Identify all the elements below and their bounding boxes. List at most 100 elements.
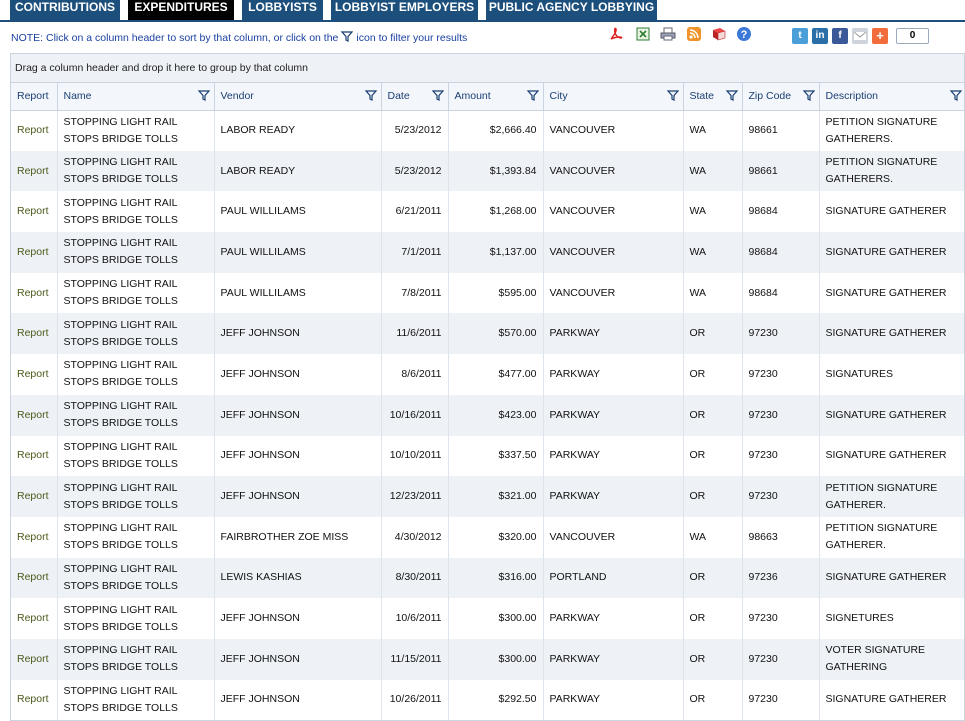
report-link[interactable]: Report <box>11 435 58 477</box>
report-link[interactable]: Report <box>11 272 58 314</box>
linkedin-icon[interactable]: in <box>812 28 828 44</box>
column-header-label: Zip Code <box>748 90 792 103</box>
name-cell: STOPPING LIGHT RAIL STOPS BRIDGE TOLLS <box>57 191 215 233</box>
help-icon[interactable]: ? <box>736 26 752 42</box>
table-row[interactable]: Report STOPPING LIGHT RAIL STOPS BRIDGE T… <box>11 557 964 599</box>
date-cell: 12/23/2011 <box>381 476 449 517</box>
facebook-icon[interactable]: f <box>832 28 848 44</box>
table-body: Report STOPPING LIGHT RAIL STOPS BRIDGE T… <box>11 110 964 720</box>
state-cell: OR <box>683 394 743 436</box>
filter-icon[interactable] <box>666 90 679 102</box>
zip-code-cell: 98661 <box>742 110 820 151</box>
state-cell: OR <box>683 354 743 395</box>
tab-public-agency-lobbying[interactable]: PUBLIC AGENCY LOBBYING <box>486 0 657 20</box>
column-header-zip-code[interactable]: Zip Code <box>742 83 820 111</box>
description-cell: SIGNATURE GATHERER <box>819 272 964 314</box>
name-cell: STOPPING LIGHT RAIL STOPS BRIDGE TOLLS <box>57 638 215 680</box>
filter-icon[interactable] <box>949 90 962 102</box>
filter-icon[interactable] <box>526 90 539 102</box>
city-cell: VANCOUVER <box>543 150 684 192</box>
filter-icon <box>341 31 354 45</box>
excel-icon[interactable] <box>635 26 651 42</box>
amount-cell: $1,268.00 <box>448 191 544 233</box>
column-header-vendor[interactable]: Vendor <box>214 83 382 111</box>
column-header-amount[interactable]: Amount <box>448 83 544 111</box>
city-cell: VANCOUVER <box>543 272 684 314</box>
state-cell: WA <box>683 272 743 314</box>
tab-lobbyist-employers[interactable]: LOBBYIST EMPLOYERS <box>331 0 478 20</box>
column-header-report[interactable]: Report <box>11 83 58 111</box>
tab-expenditures[interactable]: EXPENDITURES <box>128 0 234 20</box>
table-row[interactable]: Report STOPPING LIGHT RAIL STOPS BRIDGE T… <box>11 191 964 233</box>
report-link[interactable]: Report <box>11 313 58 355</box>
filter-icon[interactable] <box>725 90 738 102</box>
column-header-description[interactable]: Description <box>819 83 964 111</box>
report-link[interactable]: Report <box>11 150 58 192</box>
amount-cell: $316.00 <box>448 557 544 599</box>
pdf-icon[interactable] <box>608 26 624 42</box>
date-cell: 8/6/2011 <box>381 354 449 395</box>
report-link[interactable]: Report <box>11 191 58 233</box>
tab-contributions[interactable]: CONTRIBUTIONS <box>10 0 120 20</box>
table-row[interactable]: Report STOPPING LIGHT RAIL STOPS BRIDGE T… <box>11 679 964 720</box>
amount-cell: $300.00 <box>448 638 544 680</box>
table-row[interactable]: Report STOPPING LIGHT RAIL STOPS BRIDGE T… <box>11 476 964 517</box>
table-row[interactable]: Report STOPPING LIGHT RAIL STOPS BRIDGE T… <box>11 394 964 436</box>
email-icon[interactable] <box>852 28 868 44</box>
column-header-name[interactable]: Name <box>57 83 215 111</box>
report-link[interactable]: Report <box>11 516 58 558</box>
table-row[interactable]: Report STOPPING LIGHT RAIL STOPS BRIDGE T… <box>11 272 964 314</box>
filter-icon[interactable] <box>197 90 210 102</box>
report-link[interactable]: Report <box>11 679 58 720</box>
date-cell: 11/6/2011 <box>381 313 449 355</box>
table-row[interactable]: Report STOPPING LIGHT RAIL STOPS BRIDGE T… <box>11 313 964 355</box>
tab-lobbyists[interactable]: LOBBYISTS <box>242 0 323 20</box>
filter-icon[interactable] <box>802 90 815 102</box>
report-link[interactable]: Report <box>11 232 58 273</box>
group-by-panel[interactable]: Drag a column header and drop it here to… <box>11 54 964 83</box>
table-row[interactable]: Report STOPPING LIGHT RAIL STOPS BRIDGE T… <box>11 638 964 680</box>
amount-cell: $1,137.00 <box>448 232 544 273</box>
name-cell: STOPPING LIGHT RAIL STOPS BRIDGE TOLLS <box>57 150 215 192</box>
zip-code-cell: 97230 <box>742 435 820 477</box>
report-link[interactable]: Report <box>11 110 58 151</box>
city-cell: PORTLAND <box>543 557 684 599</box>
date-cell: 10/6/2011 <box>381 598 449 639</box>
vendor-cell: PAUL WILLILAMS <box>214 232 382 273</box>
report-link[interactable]: Report <box>11 557 58 599</box>
vendor-cell: LABOR READY <box>214 150 382 192</box>
amount-cell: $300.00 <box>448 598 544 639</box>
table-row[interactable]: Report STOPPING LIGHT RAIL STOPS BRIDGE T… <box>11 232 964 273</box>
table-row[interactable]: Report STOPPING LIGHT RAIL STOPS BRIDGE T… <box>11 435 964 477</box>
zip-code-cell: 97230 <box>742 679 820 720</box>
report-link[interactable]: Report <box>11 598 58 639</box>
city-cell: PARKWAY <box>543 679 684 720</box>
report-link[interactable]: Report <box>11 394 58 436</box>
table-row[interactable]: Report STOPPING LIGHT RAIL STOPS BRIDGE T… <box>11 598 964 639</box>
zip-code-cell: 98663 <box>742 516 820 558</box>
vendor-cell: FAIRBROTHER ZOE MISS <box>214 516 382 558</box>
zip-code-cell: 97236 <box>742 557 820 599</box>
column-header-city[interactable]: City <box>543 83 684 111</box>
report-link[interactable]: Report <box>11 354 58 395</box>
column-header-date[interactable]: Date <box>381 83 449 111</box>
date-cell: 5/23/2012 <box>381 110 449 151</box>
filter-icon[interactable] <box>364 90 377 102</box>
amount-cell: $337.50 <box>448 435 544 477</box>
filter-icon[interactable] <box>431 90 444 102</box>
book-icon[interactable] <box>711 26 727 42</box>
print-icon[interactable] <box>660 26 676 42</box>
rss-icon[interactable] <box>686 26 702 42</box>
amount-cell: $320.00 <box>448 516 544 558</box>
table-row[interactable]: Report STOPPING LIGHT RAIL STOPS BRIDGE T… <box>11 110 964 151</box>
report-link[interactable]: Report <box>11 638 58 680</box>
report-link[interactable]: Report <box>11 476 58 517</box>
table-row[interactable]: Report STOPPING LIGHT RAIL STOPS BRIDGE T… <box>11 516 964 558</box>
table-row[interactable]: Report STOPPING LIGHT RAIL STOPS BRIDGE T… <box>11 150 964 192</box>
addthis-icon[interactable]: + <box>872 28 888 44</box>
column-header-state[interactable]: State <box>683 83 743 111</box>
date-cell: 5/23/2012 <box>381 150 449 192</box>
twitter-icon[interactable]: t <box>792 28 808 44</box>
date-cell: 11/15/2011 <box>381 638 449 680</box>
table-row[interactable]: Report STOPPING LIGHT RAIL STOPS BRIDGE T… <box>11 354 964 395</box>
